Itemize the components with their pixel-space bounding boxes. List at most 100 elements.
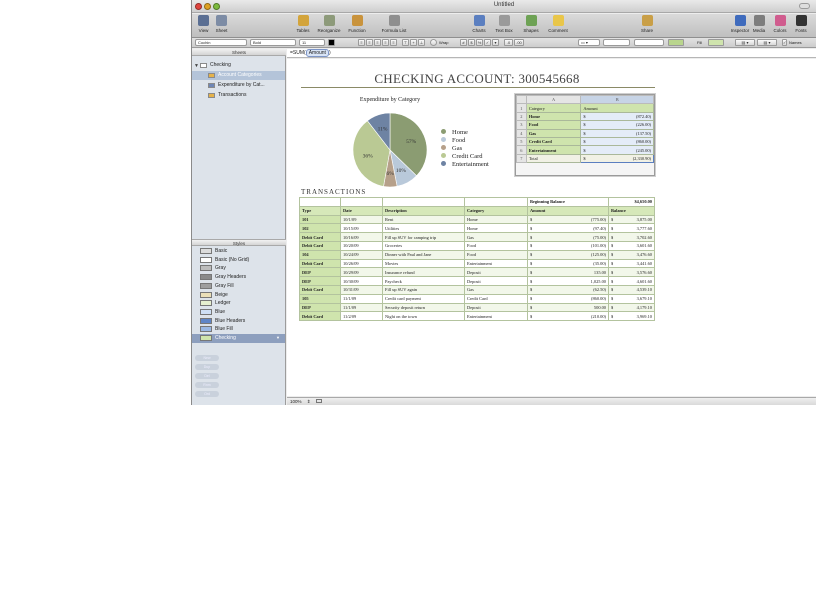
column-letter[interactable]: A: [525, 94, 582, 105]
type-cell[interactable]: 101: [299, 214, 341, 225]
toolbar-comment-button[interactable]: Comment: [544, 15, 572, 37]
border-color-well[interactable]: [668, 39, 684, 46]
amount-cell[interactable]: $1,025.00: [527, 276, 609, 286]
balance-cell[interactable]: $3,875.00: [608, 214, 655, 225]
style-item-blue[interactable]: Blue: [192, 308, 285, 317]
date-cell[interactable]: 10/16/09: [340, 232, 383, 242]
fill-color-well[interactable]: [708, 39, 724, 46]
description-cell[interactable]: Night on the town: [382, 311, 465, 322]
format-percent-button[interactable]: %: [476, 39, 483, 46]
valign-top-button[interactable]: ⊤: [402, 39, 409, 46]
row-number[interactable]: 3: [516, 120, 527, 130]
description-cell[interactable]: Movies: [382, 258, 465, 269]
row-number[interactable]: 7: [516, 153, 527, 164]
toolbar-toggle-button[interactable]: [799, 3, 810, 9]
legend-item-entertainment[interactable]: Entertainment: [441, 161, 489, 169]
total-label[interactable]: Total: [525, 153, 582, 164]
align-justify-button[interactable]: ≡: [382, 39, 389, 46]
empty-cell[interactable]: [464, 197, 528, 207]
beginning-balance-label[interactable]: Beginning Balance: [527, 197, 609, 207]
amount-cell[interactable]: $ (125.00): [527, 249, 609, 260]
legend-item-gas[interactable]: Gas: [441, 145, 489, 153]
toolbar-function-button[interactable]: Function: [345, 15, 369, 37]
amount-cell[interactable]: $ (97.40): [527, 223, 609, 234]
category-cell[interactable]: Food: [525, 120, 582, 130]
format-decimal-button[interactable]: #: [460, 39, 467, 46]
date-cell[interactable]: 10/20/09: [340, 240, 383, 251]
category-cell[interactable]: Gas: [525, 128, 582, 138]
balance-cell[interactable]: $3,601.60: [608, 240, 655, 251]
toolbar-inspector-button[interactable]: Inspector: [729, 15, 751, 37]
balance-cell[interactable]: $3,576.60: [608, 267, 655, 278]
toolbar-text-box-button[interactable]: Text Box: [492, 15, 516, 37]
font-family-select[interactable]: Cochin: [195, 39, 247, 46]
sheet-canvas[interactable]: CHECKING ACCOUNT: 300545668 Expenditure …: [287, 59, 816, 396]
category-cell[interactable]: Gas: [464, 232, 528, 242]
toolbar-formula-list-button[interactable]: Formula List: [378, 15, 410, 37]
row-number[interactable]: 4: [516, 128, 527, 138]
format-stepper-button[interactable]: ▾: [492, 39, 499, 46]
column-header[interactable]: Description: [382, 205, 465, 216]
align-center-button[interactable]: ≡: [366, 39, 373, 46]
toolbar-sheet-button[interactable]: Sheet: [214, 15, 229, 37]
type-cell[interactable]: Debit Card: [299, 284, 341, 295]
row-number[interactable]: 5: [516, 136, 527, 147]
description-cell[interactable]: Rent: [382, 214, 465, 225]
chart-title[interactable]: Expenditure by Category: [347, 97, 433, 103]
date-cell[interactable]: 10/29/09: [340, 267, 383, 278]
date-cell[interactable]: 10/30/09: [340, 276, 383, 286]
align-right-button[interactable]: ≡: [374, 39, 381, 46]
toolbar-colors-button[interactable]: Colors: [772, 15, 788, 37]
description-cell[interactable]: Utilities: [382, 223, 465, 234]
date-cell[interactable]: 10/15/09: [340, 223, 383, 234]
type-cell[interactable]: DEP: [299, 267, 341, 278]
beginning-balance-value[interactable]: $4,650.00: [608, 197, 655, 207]
decrease-decimals-button[interactable]: .0: [504, 39, 513, 46]
align-auto-button[interactable]: ≡: [390, 39, 397, 46]
amount-cell[interactable]: $ (35.00): [527, 258, 609, 269]
category-cell[interactable]: Entertainment: [464, 258, 528, 269]
type-cell[interactable]: 102: [299, 223, 341, 234]
amount-cell[interactable]: $500.00: [527, 302, 609, 313]
expenditure-pie-chart[interactable]: 57% 10%6% 36% 11%: [347, 107, 433, 193]
transactions-title[interactable]: TRANSACTIONS: [301, 188, 366, 196]
date-cell[interactable]: 10/31/09: [340, 284, 383, 295]
column-header[interactable]: Category: [464, 205, 528, 216]
type-cell[interactable]: 104: [299, 249, 341, 260]
date-cell[interactable]: 10/26/09: [340, 258, 383, 269]
disclosure-triangle-icon[interactable]: ▼: [194, 63, 199, 69]
legend-item-food[interactable]: Food: [441, 137, 489, 145]
toolbar-reorganize-button[interactable]: Reorganize: [315, 15, 343, 37]
format-currency-button[interactable]: $: [468, 39, 475, 46]
amount-cell[interactable]: $ (872.40): [580, 111, 654, 122]
style-item-blue-headers[interactable]: Blue Headers: [192, 317, 285, 326]
amount-cell[interactable]: $ (62.50): [527, 284, 609, 295]
row-number[interactable]: 6: [516, 145, 527, 155]
empty-cell[interactable]: [299, 197, 341, 207]
sheet-item-transactions[interactable]: Transactions: [192, 91, 285, 100]
type-cell[interactable]: Debit Card: [299, 240, 341, 251]
toolbar-view-button[interactable]: View: [196, 15, 211, 37]
toolbar-share-button[interactable]: Share: [639, 15, 655, 37]
column-header[interactable]: Category: [525, 103, 582, 113]
date-cell[interactable]: 10/24/09: [340, 249, 383, 260]
align-left-button[interactable]: ≡: [358, 39, 365, 46]
transactions-table[interactable]: Beginning Balance $4,650.00 Type Date Descri…: [299, 197, 655, 322]
valign-middle-button[interactable]: +: [410, 39, 417, 46]
corner-cell[interactable]: [516, 94, 527, 105]
total-amount-cell[interactable]: $ (2,330.90): [580, 153, 654, 164]
amount-cell[interactable]: $ (75.00): [527, 232, 609, 242]
style-item-gray-fill[interactable]: Gray Fill: [192, 282, 285, 291]
column-header[interactable]: Balance: [608, 205, 655, 216]
zoom-level[interactable]: 100%: [290, 399, 302, 404]
category-cell[interactable]: Credit Card: [464, 293, 528, 304]
toolbar-tables-button[interactable]: Tables: [294, 15, 312, 37]
header-rows-button[interactable]: ▤ ▾: [735, 39, 755, 46]
font-style-select[interactable]: Bold: [250, 39, 296, 46]
amount-cell[interactable]: $ (860.00): [527, 293, 609, 304]
description-cell[interactable]: Groceries: [382, 240, 465, 251]
category-cell[interactable]: Food: [464, 249, 528, 260]
toolbar-fonts-button[interactable]: Fonts: [793, 15, 809, 37]
category-cell[interactable]: Home: [464, 214, 528, 225]
column-header[interactable]: Type: [299, 205, 341, 216]
